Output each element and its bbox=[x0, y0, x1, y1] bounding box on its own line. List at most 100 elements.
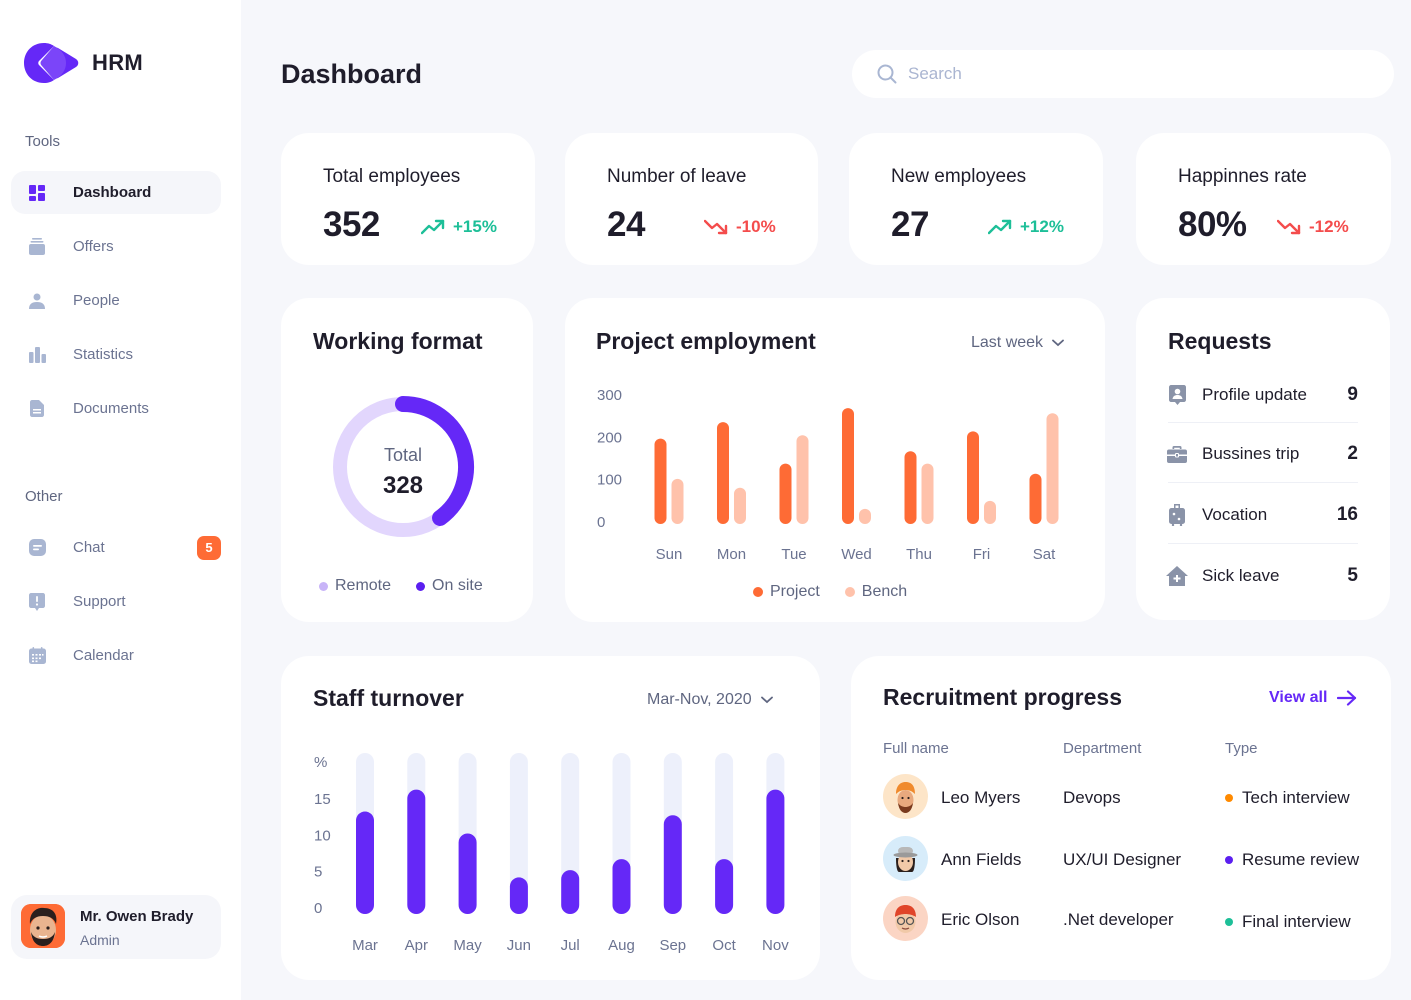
working-format-card: Working format Total 328 Remote On site bbox=[281, 298, 533, 622]
request-item-profile-update[interactable]: Profile update 9 bbox=[1166, 365, 1358, 425]
request-item-vocation[interactable]: Vocation 16 bbox=[1166, 485, 1358, 545]
avatar-turban-man-icon bbox=[896, 782, 915, 813]
period-dropdown[interactable]: Mar-Nov, 2020 bbox=[647, 691, 773, 709]
legend-label: Bench bbox=[861, 583, 908, 600]
candidate-department: .Net developer bbox=[1063, 910, 1174, 929]
stat-trend-value: -12% bbox=[1309, 217, 1349, 236]
legend-dot bbox=[319, 581, 328, 591]
bar-bench[interactable] bbox=[671, 478, 684, 524]
bar-project[interactable] bbox=[842, 408, 854, 524]
candidate-department: UX/UI Designer bbox=[1063, 850, 1182, 869]
card-title: Requests bbox=[1168, 328, 1272, 354]
avatar bbox=[21, 904, 65, 948]
sidebar-item-label: Offers bbox=[73, 238, 114, 255]
bar-project[interactable] bbox=[967, 431, 979, 524]
stat-value: 80% bbox=[1178, 205, 1247, 244]
avatar bbox=[883, 836, 928, 881]
sidebar-item-dashboard[interactable]: Dashboard bbox=[11, 171, 221, 214]
bar-turnover[interactable] bbox=[356, 811, 374, 914]
x-tick-label: Sat bbox=[1033, 546, 1056, 563]
sidebar-item-support[interactable]: Support bbox=[11, 580, 221, 623]
x-tick-label: Apr bbox=[405, 937, 428, 954]
bar-turnover[interactable] bbox=[458, 833, 477, 915]
column-header-full-name: Full name bbox=[883, 740, 949, 757]
chat-unread-badge: 5 bbox=[197, 535, 221, 560]
status-dot bbox=[1225, 855, 1233, 864]
x-tick-label: May bbox=[453, 937, 482, 954]
sidebar-item-statistics[interactable]: Statistics bbox=[11, 333, 221, 376]
y-tick-label: 10 bbox=[314, 827, 331, 844]
y-tick-label: 5 bbox=[314, 864, 322, 881]
other-section-label: Other bbox=[25, 488, 63, 505]
project-employment-legend: Project Bench bbox=[753, 583, 907, 601]
x-tick-label: Sep bbox=[659, 937, 686, 954]
bar-turnover[interactable] bbox=[663, 815, 682, 914]
request-count: 9 bbox=[1347, 384, 1358, 405]
sidebar-item-label: People bbox=[73, 292, 120, 309]
stat-trend-value: +12% bbox=[1020, 217, 1064, 236]
request-label: Bussines trip bbox=[1202, 444, 1300, 463]
donut-center-label: Total bbox=[383, 445, 423, 465]
column-header-type: Type bbox=[1225, 740, 1258, 757]
bar-project[interactable] bbox=[654, 438, 667, 524]
x-tick-label: Mon bbox=[717, 546, 746, 563]
candidate-type: Tech interview bbox=[1225, 788, 1350, 808]
user-profile-card[interactable]: Mr. Owen Brady Admin bbox=[11, 895, 221, 959]
card-title: Working format bbox=[313, 328, 483, 354]
sidebar-item-documents[interactable]: Documents bbox=[11, 387, 221, 430]
sidebar-item-label: Chat bbox=[73, 539, 105, 556]
type-label: Tech interview bbox=[1242, 788, 1350, 807]
sidebar-item-offers[interactable]: Offers bbox=[11, 225, 221, 268]
period-dropdown[interactable]: Last week bbox=[971, 334, 1064, 352]
legend-dot bbox=[844, 587, 855, 597]
bar-bench[interactable] bbox=[796, 435, 809, 524]
x-tick-label: Sun bbox=[656, 546, 683, 563]
bar-bench[interactable] bbox=[734, 487, 746, 524]
legend-dot bbox=[416, 581, 426, 591]
sidebar-item-people[interactable]: People bbox=[11, 279, 221, 322]
bar-project[interactable] bbox=[904, 451, 917, 524]
x-tick-label: Nov bbox=[762, 937, 789, 954]
request-item-sick-leave[interactable]: Sick leave 5 bbox=[1166, 546, 1358, 606]
search-input[interactable] bbox=[908, 58, 1368, 90]
chevron-down-icon bbox=[760, 696, 773, 704]
bar-bench[interactable] bbox=[1046, 413, 1059, 524]
y-tick-label: 15 bbox=[314, 791, 331, 808]
bar-bench[interactable] bbox=[921, 463, 934, 524]
bar-project[interactable] bbox=[1029, 473, 1042, 524]
search-icon bbox=[877, 64, 897, 89]
trend-down-icon bbox=[704, 219, 728, 235]
sidebar-item-label: Support bbox=[73, 593, 126, 610]
legend-item-project: Project bbox=[753, 583, 820, 601]
view-all-link[interactable]: View all bbox=[1269, 689, 1357, 707]
stat-card-total-employees: Total employees 352 +15% bbox=[281, 133, 535, 265]
sidebar-item-label: Dashboard bbox=[73, 184, 152, 201]
chat-icon bbox=[28, 539, 46, 557]
bar-turnover[interactable] bbox=[509, 877, 528, 914]
bar-bench[interactable] bbox=[984, 500, 996, 524]
bar-turnover[interactable] bbox=[612, 859, 631, 914]
logo[interactable]: HRM bbox=[24, 43, 143, 83]
bar-project[interactable] bbox=[717, 422, 729, 524]
bar-turnover[interactable] bbox=[561, 870, 580, 914]
bar-project[interactable] bbox=[779, 463, 792, 524]
stat-card-happiness-rate: Happinnes rate 80% -12% bbox=[1136, 133, 1391, 265]
search-bar[interactable] bbox=[852, 50, 1394, 98]
bar-turnover[interactable] bbox=[715, 859, 734, 914]
request-item-business-trip[interactable]: Bussines trip 2 bbox=[1166, 424, 1358, 484]
status-dot bbox=[1225, 793, 1233, 802]
sidebar-item-chat[interactable]: Chat 5 bbox=[11, 526, 221, 569]
dashboard-icon bbox=[28, 184, 46, 202]
bar-turnover[interactable] bbox=[766, 789, 785, 914]
sidebar-item-calendar[interactable]: Calendar bbox=[11, 634, 221, 677]
stat-title: New employees bbox=[891, 166, 1027, 187]
project-employment-bar-chart: 0 100 200 300 Sun Mon Tue Wed Thu Fri Sat bbox=[597, 387, 1059, 563]
x-tick-label: Wed bbox=[841, 546, 872, 563]
stat-value: 24 bbox=[607, 205, 645, 244]
bar-bench[interactable] bbox=[859, 508, 871, 524]
project-employment-card: Project employment Last week 0 100 200 300 S… bbox=[565, 298, 1105, 622]
legend-item-onsite: On site bbox=[416, 577, 483, 595]
type-label: Resume review bbox=[1242, 850, 1360, 869]
bar-turnover[interactable] bbox=[407, 789, 426, 914]
chevron-down-icon bbox=[1052, 339, 1064, 347]
